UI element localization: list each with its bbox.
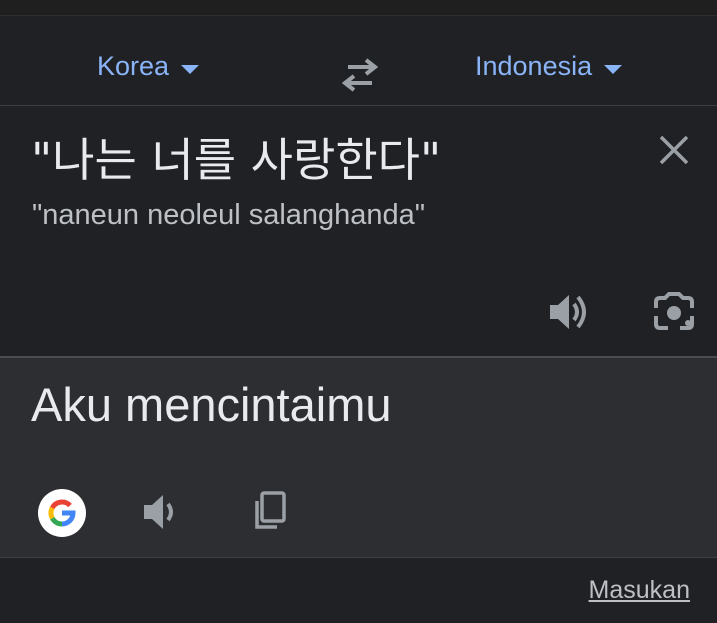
chevron-down-icon — [604, 64, 623, 74]
swap-arrows-icon — [341, 58, 379, 92]
chevron-down-icon — [181, 64, 200, 74]
camera-translate-button[interactable] — [652, 292, 696, 332]
close-icon — [659, 135, 689, 165]
translation-result-panel: Aku mencintaimu — [0, 358, 717, 557]
copy-icon — [255, 491, 286, 529]
source-language-label: Korea — [97, 51, 170, 81]
feedback-link[interactable]: Masukan — [589, 575, 690, 605]
target-language-selector[interactable]: Indonesia — [475, 50, 623, 82]
transliteration-text: "naneun neoleul salanghanda" — [32, 199, 426, 231]
volume-icon — [144, 495, 173, 529]
volume-icon — [550, 295, 586, 329]
language-bar: Korea Indonesia — [0, 16, 717, 105]
source-listen-button[interactable] — [548, 292, 592, 332]
source-panel: "나는 너를 사랑한다" "naneun neoleul salanghanda… — [0, 106, 717, 356]
copy-translation-button[interactable] — [247, 489, 291, 533]
source-language-selector[interactable]: Korea — [97, 50, 200, 82]
clear-source-button[interactable] — [656, 132, 692, 168]
footer: Masukan — [0, 558, 717, 623]
source-text[interactable]: "나는 너를 사랑한다" — [31, 130, 441, 190]
translation-text: Aku mencintaimu — [31, 378, 392, 431]
swap-languages-button[interactable] — [338, 58, 382, 94]
top-edge — [0, 0, 717, 16]
target-language-label: Indonesia — [475, 51, 593, 81]
translation-listen-button[interactable] — [142, 492, 186, 532]
lens-camera-icon — [654, 292, 694, 330]
google-search-button[interactable] — [38, 489, 86, 537]
translate-app: Korea Indonesia "나는 너를 사랑한다" "naneun neo… — [0, 0, 717, 623]
google-g-icon — [48, 499, 76, 527]
